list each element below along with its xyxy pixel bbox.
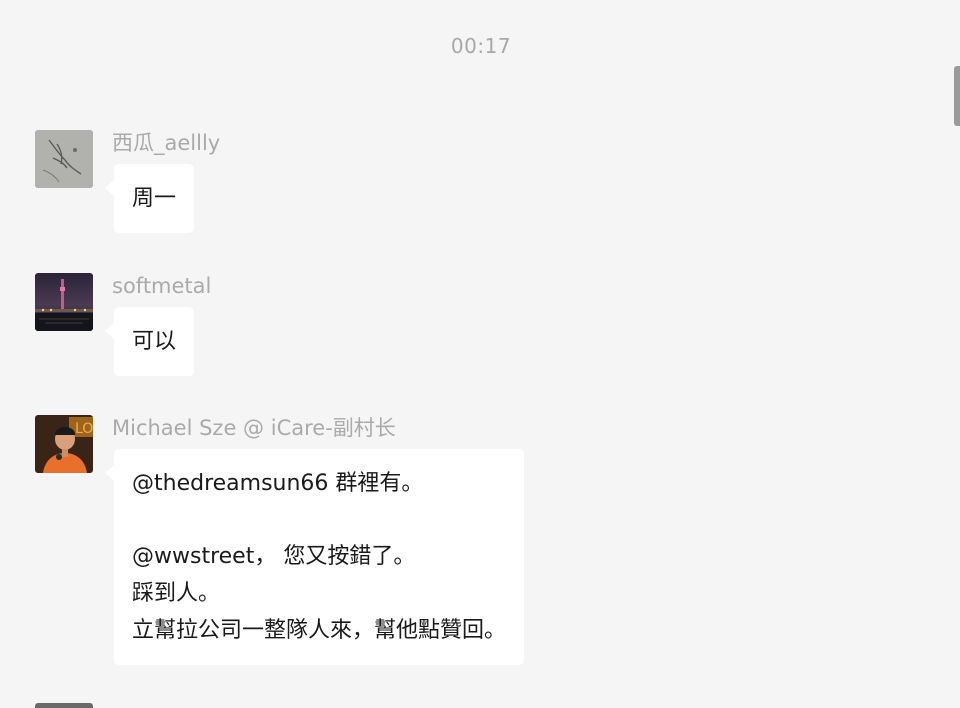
next-message-avatar bbox=[35, 703, 93, 708]
chat-window: 00:17 西瓜_aellly 周一 softmetal 可以 LO Micha… bbox=[0, 0, 960, 708]
message-text: 踩到人。 bbox=[132, 581, 221, 606]
message-text: @wwstreet， 您又按錯了。 bbox=[132, 544, 416, 569]
sender-name: 西瓜_aellly bbox=[112, 131, 221, 155]
person-avatar-icon[interactable]: LO bbox=[35, 415, 93, 473]
message-text: 立幫拉公司一整隊人來，幫他點贊回。 bbox=[132, 618, 507, 643]
message-text: 周一 bbox=[132, 186, 177, 211]
message-text: @thedreamsun66 群裡有。 bbox=[132, 471, 424, 496]
chat-timestamp: 00:17 bbox=[450, 34, 512, 58]
message-bubble[interactable]: 周一 bbox=[104, 164, 195, 233]
scrollbar-thumb[interactable] bbox=[954, 66, 960, 126]
sender-name: softmetal bbox=[112, 274, 212, 298]
message-bubble[interactable]: @thedreamsun66 群裡有。 @wwstreet， 您又按錯了。 踩到… bbox=[104, 449, 525, 665]
message-bubble[interactable]: 可以 bbox=[104, 307, 195, 376]
sketch-avatar-icon[interactable] bbox=[35, 130, 93, 188]
message-text: 可以 bbox=[132, 329, 177, 354]
svg-text:LO: LO bbox=[75, 421, 93, 437]
night-tower-avatar-icon[interactable] bbox=[35, 273, 93, 331]
sender-name: Michael Sze @ iCare-副村长 bbox=[112, 416, 396, 440]
